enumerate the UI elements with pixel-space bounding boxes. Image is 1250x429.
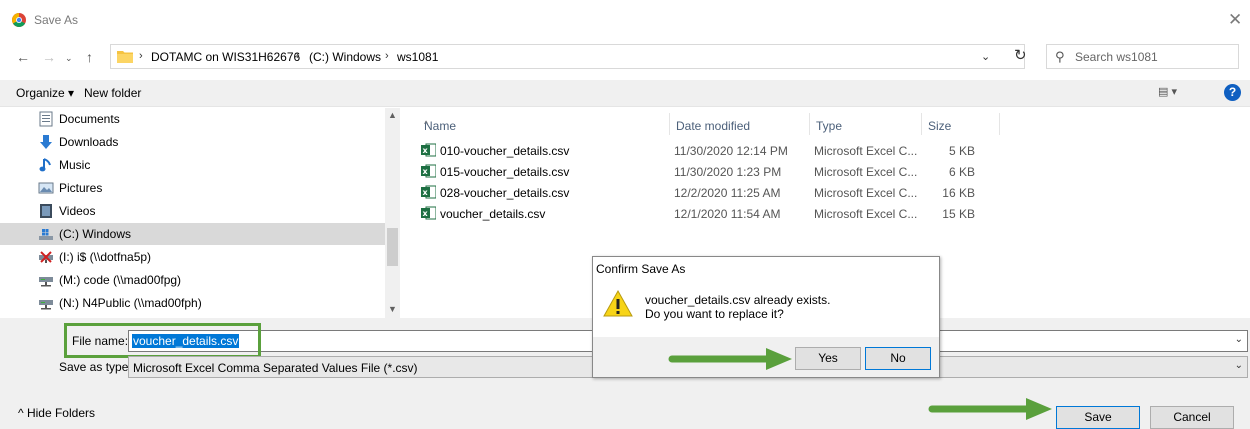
back-button[interactable]: ← (16, 49, 30, 65)
refresh-icon[interactable]: ↻ (1014, 46, 1027, 64)
nav-item-documents[interactable]: Documents (0, 108, 385, 130)
chrome-icon (12, 13, 26, 27)
search-input[interactable]: ⚲ Search ws1081 (1046, 44, 1239, 69)
address-dropdown-icon[interactable]: ⌄ (981, 50, 990, 63)
file-row[interactable]: x 028-voucher_details.csv 12/2/2020 11:2… (418, 182, 1018, 203)
nav-item-label: Pictures (59, 181, 103, 195)
excel-csv-icon: x (421, 206, 436, 220)
nav-item-label: Documents (59, 112, 120, 126)
file-row[interactable]: x 015-voucher_details.csv 11/30/2020 1:2… (418, 161, 1018, 182)
excel-csv-icon: x (421, 185, 436, 199)
title-bar: Save As ✕ (0, 0, 1250, 38)
help-icon[interactable]: ? (1224, 84, 1241, 101)
up-button[interactable]: ↑ (86, 49, 93, 65)
svg-text:x: x (423, 188, 429, 197)
breadcrumb-separator: › (385, 50, 389, 62)
column-header-type[interactable]: Type (810, 113, 922, 135)
hide-folders-button[interactable]: ^ Hide Folders (18, 406, 95, 420)
nav-item-pictures[interactable]: Pictures (0, 177, 385, 199)
file-row[interactable]: x voucher_details.csv 12/1/2020 11:54 AM… (418, 203, 1018, 224)
column-header-name[interactable]: Name ^ (418, 113, 670, 135)
dialog-title: Confirm Save As (596, 262, 686, 276)
scroll-down-icon[interactable]: ▼ (388, 304, 397, 314)
save-type-dropdown-icon[interactable]: ⌄ (1235, 360, 1243, 371)
nav-item-c-windows[interactable]: (C:) Windows (0, 223, 385, 245)
annotation-arrow-yes (668, 348, 792, 370)
recent-locations-button[interactable]: ⌄ (65, 53, 73, 64)
documents-icon (39, 111, 53, 127)
nav-item-i-drive[interactable]: (I:) i$ (\\dotfna5p) (0, 246, 385, 268)
music-icon (39, 158, 51, 172)
navigation-pane: Documents Downloads Music Pictures Video… (0, 108, 400, 318)
svg-text:x: x (423, 167, 429, 176)
nav-item-downloads[interactable]: Downloads (0, 131, 385, 153)
cancel-button[interactable]: Cancel (1150, 406, 1234, 429)
nav-item-label: Downloads (59, 135, 119, 149)
new-folder-button[interactable]: New folder (84, 86, 141, 100)
save-type-value: Microsoft Excel Comma Separated Values F… (133, 361, 418, 375)
folder-icon (117, 51, 133, 63)
nav-item-label: (C:) Windows (59, 227, 132, 241)
change-view-button[interactable]: ▤ ▾ (1158, 85, 1177, 98)
breadcrumb-separator: › (296, 50, 300, 62)
annotation-arrow-save (928, 398, 1052, 420)
search-placeholder: Search ws1081 (1075, 50, 1158, 64)
nav-item-label: (N:) N4Public (\\mad00fph) (59, 296, 202, 310)
svg-text:x: x (423, 146, 429, 155)
file-name-dropdown-icon[interactable]: ⌄ (1235, 334, 1243, 345)
breadcrumb-c-windows[interactable]: (C:) Windows (309, 50, 381, 64)
no-button[interactable]: No (865, 347, 931, 370)
drive-icon (39, 229, 53, 240)
breadcrumb-separator: › (139, 50, 143, 62)
highlight-box (64, 323, 261, 358)
search-icon: ⚲ (1055, 49, 1065, 64)
network-drive-disconnected-icon (39, 251, 53, 263)
videos-icon (40, 204, 52, 218)
excel-csv-icon: x (421, 143, 436, 157)
dialog-message-line2: Do you want to replace it? (645, 307, 784, 321)
nav-item-n-drive[interactable]: (N:) N4Public (\\mad00fph) (0, 292, 385, 314)
nav-item-m-drive[interactable]: (M:) code (\\mad00fpg) (0, 269, 385, 291)
close-icon[interactable]: ✕ (1228, 10, 1242, 30)
scroll-up-icon[interactable]: ▲ (388, 110, 397, 120)
nav-item-label: Videos (59, 204, 96, 218)
column-header-date[interactable]: Date modified (670, 113, 810, 135)
svg-text:x: x (423, 209, 429, 218)
save-button[interactable]: Save (1056, 406, 1140, 429)
file-row[interactable]: x 010-voucher_details.csv 11/30/2020 12:… (418, 140, 1018, 161)
window-title: Save As (34, 13, 79, 27)
nav-item-music[interactable]: Music (0, 154, 385, 176)
nav-item-label: (I:) i$ (\\dotfna5p) (59, 250, 152, 264)
pictures-icon (38, 182, 54, 194)
address-bar[interactable]: › DOTAMC on WIS31H62676 › (C:) Windows ›… (110, 44, 1025, 69)
column-header-size[interactable]: Size (922, 113, 1000, 135)
save-type-label: Save as type: (59, 360, 132, 374)
breadcrumb-dotamc[interactable]: DOTAMC on WIS31H62676 (151, 50, 300, 64)
yes-button[interactable]: Yes (795, 347, 861, 370)
downloads-icon (40, 135, 52, 149)
scroll-thumb[interactable] (387, 228, 398, 266)
excel-csv-icon: x (421, 164, 436, 178)
nav-item-label: Music (59, 158, 91, 172)
dialog-message-line1: voucher_details.csv already exists. (645, 293, 831, 307)
sort-ascending-icon: ^ (424, 119, 429, 129)
network-drive-icon (39, 277, 53, 287)
breadcrumb-ws1081[interactable]: ws1081 (397, 50, 438, 64)
nav-item-videos[interactable]: Videos (0, 200, 385, 222)
forward-button[interactable]: → (42, 49, 56, 65)
address-row: ← → ⌄ ↑ › DOTAMC on WIS31H62676 › (C:) W… (0, 38, 1250, 76)
nav-pane-scrollbar[interactable]: ▲ ▼ (385, 108, 400, 318)
organize-button[interactable]: Organize ▾ (16, 86, 74, 100)
network-drive-icon (39, 300, 53, 310)
command-bar: Organize ▾ New folder ▤ ▾ ? (0, 80, 1250, 107)
warning-icon (603, 289, 633, 317)
nav-item-label: (M:) code (\\mad00fpg) (59, 273, 182, 287)
